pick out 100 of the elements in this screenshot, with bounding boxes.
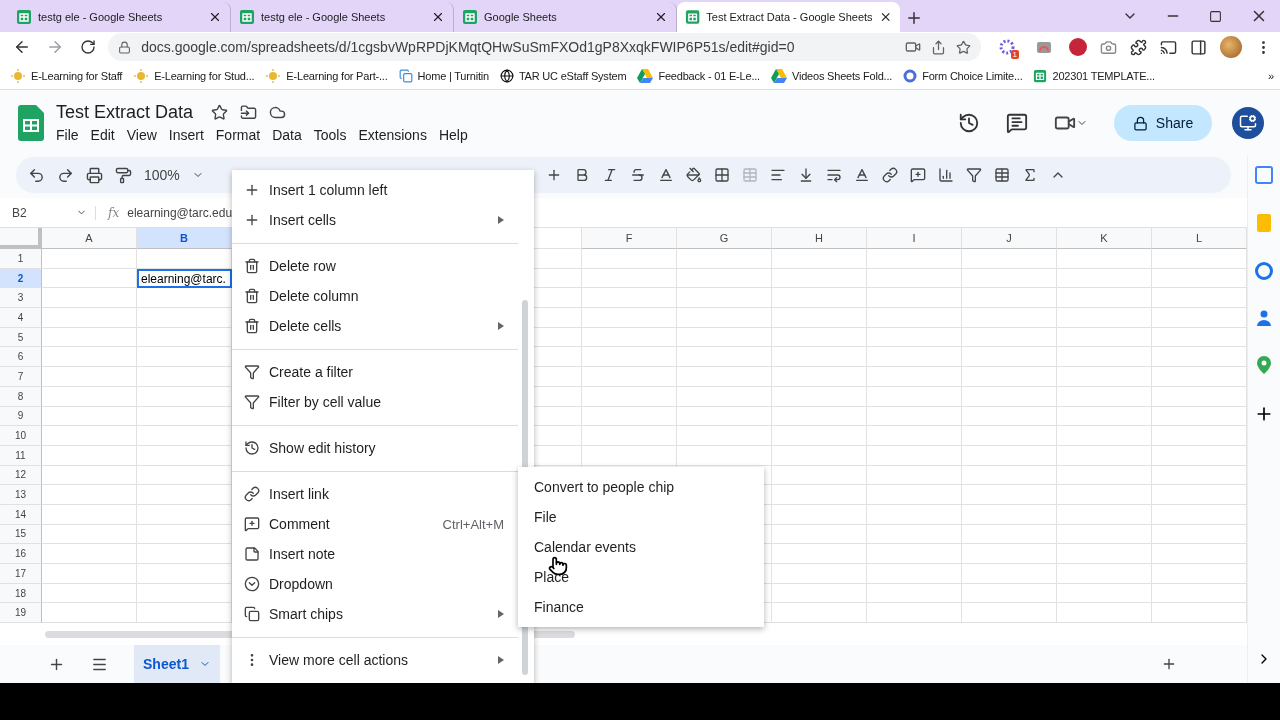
menu-item[interactable]: View more cell actions [232, 645, 534, 675]
grid-cell[interactable] [962, 465, 1057, 486]
row-header[interactable]: 1 [0, 249, 42, 269]
comment-icon[interactable] [909, 167, 926, 183]
bookmark[interactable]: E-Learning for Stud... [133, 69, 255, 84]
grid-cell[interactable] [962, 288, 1057, 309]
menu-item[interactable]: Insert [162, 124, 210, 145]
grid-cell[interactable] [677, 386, 772, 407]
grid-cell[interactable] [42, 327, 137, 348]
menu-item[interactable]: Delete row [232, 251, 534, 281]
grid-cell[interactable] [1057, 268, 1152, 289]
bookmark[interactable]: Feedback - 01 E-Le... [637, 69, 760, 84]
grid-cell[interactable] [962, 426, 1057, 446]
grid-cell[interactable] [42, 367, 137, 387]
grid-cell[interactable] [962, 268, 1057, 289]
grid-cell[interactable] [582, 308, 677, 328]
column-header[interactable]: G [677, 228, 772, 249]
menu-item[interactable]: Data [266, 124, 308, 145]
grid-cell[interactable] [677, 367, 772, 387]
grid-cell[interactable] [677, 288, 772, 309]
row-header[interactable]: 8 [0, 386, 42, 407]
keep-icon[interactable] [1257, 214, 1271, 232]
calendar-icon[interactable] [1255, 166, 1273, 184]
bookmark[interactable]: 202301 TEMPLATE... [1033, 69, 1155, 84]
grid-cell[interactable] [677, 347, 772, 368]
menu-item[interactable]: View [120, 124, 163, 145]
menu-item[interactable]: Tools [307, 124, 353, 145]
grid-cell[interactable] [772, 288, 867, 309]
paint-format-icon[interactable] [115, 166, 132, 184]
cast-icon[interactable] [1160, 39, 1177, 56]
history-icon[interactable] [958, 112, 980, 135]
grid-cell[interactable] [962, 524, 1057, 545]
grid-cell[interactable] [42, 544, 137, 564]
align-icon[interactable] [769, 167, 786, 183]
browser-tab[interactable]: Google Sheets [454, 2, 677, 32]
grid-cell[interactable] [772, 564, 867, 584]
grid-cell[interactable] [1057, 603, 1152, 624]
grid-cell[interactable] [42, 268, 137, 289]
grid-cell[interactable] [772, 544, 867, 564]
column-header[interactable]: A [42, 228, 137, 249]
menu-item[interactable]: Finance [518, 592, 764, 622]
link-icon[interactable] [881, 167, 898, 183]
grid-cell[interactable] [962, 504, 1057, 525]
chart-icon[interactable] [937, 167, 954, 183]
grid-cell[interactable] [772, 249, 867, 269]
grid-cell[interactable] [867, 544, 962, 564]
grid-cell[interactable] [772, 268, 867, 289]
share-icon[interactable] [931, 40, 946, 55]
grid-cell[interactable] [1057, 367, 1152, 387]
grid-cell[interactable] [772, 583, 867, 604]
grid-cell[interactable] [867, 347, 962, 368]
wrap-icon[interactable] [825, 167, 842, 183]
grid-cell[interactable] [1057, 504, 1152, 525]
grid-cell[interactable] [1057, 524, 1152, 545]
column-header[interactable]: F [582, 228, 677, 249]
bookmark[interactable]: Videos Sheets Fold... [771, 69, 893, 84]
menu-item[interactable]: Format [209, 124, 267, 145]
grid-cell[interactable] [1057, 249, 1152, 269]
grid-cell[interactable] [677, 249, 772, 269]
print-icon[interactable] [86, 166, 103, 184]
grid-cell[interactable] [582, 268, 677, 289]
row-header[interactable]: 12 [0, 465, 42, 486]
grid-cell[interactable] [867, 445, 962, 466]
menu-item[interactable]: Filter by cell value [232, 387, 534, 417]
adblock-icon[interactable] [1069, 38, 1087, 57]
grid-cell[interactable] [42, 445, 137, 466]
row-header[interactable]: 6 [0, 347, 42, 368]
grid-cell[interactable] [582, 249, 677, 269]
grid-cell[interactable] [962, 386, 1057, 407]
grid-cell[interactable] [582, 367, 677, 387]
merge-icon[interactable] [741, 167, 758, 183]
move-icon[interactable] [240, 103, 258, 121]
grid-cell[interactable] [42, 406, 137, 427]
grid-cell[interactable] [867, 288, 962, 309]
grid-cell[interactable] [42, 524, 137, 545]
row-header[interactable]: 11 [0, 445, 42, 466]
name-box[interactable]: B2 [0, 205, 96, 220]
menu-item[interactable]: File [50, 124, 85, 145]
grid-cell[interactable] [867, 426, 962, 446]
account-icon[interactable] [1232, 107, 1264, 140]
grid-cell[interactable] [582, 445, 677, 466]
grid-cell[interactable] [582, 426, 677, 446]
row-header[interactable]: 16 [0, 544, 42, 564]
grid-cell[interactable] [962, 603, 1057, 624]
close-icon[interactable] [654, 10, 668, 24]
star-icon[interactable] [211, 103, 229, 121]
column-header[interactable]: J [962, 228, 1057, 249]
grid-cell[interactable] [867, 524, 962, 545]
grid-cell[interactable] [1057, 327, 1152, 348]
grid-cell[interactable] [1057, 583, 1152, 604]
menu-item[interactable]: Convert to people chip [518, 472, 764, 502]
row-header[interactable]: 13 [0, 485, 42, 505]
grid-cell[interactable] [772, 426, 867, 446]
address-bar[interactable]: docs.google.com/spreadsheets/d/1cgsbvWpRPDjKMqtQHwSuSmFXOd1gP8XxqkFWIP6P51s/edit#gid=0 [108, 33, 981, 62]
maximize-icon[interactable] [1209, 9, 1222, 23]
column-header[interactable]: H [772, 228, 867, 249]
formula-input[interactable]: elearning@tarc.edu [127, 205, 233, 220]
menu-item[interactable]: Help [432, 124, 474, 145]
grid-cell[interactable] [42, 308, 137, 328]
grid-cell[interactable] [1057, 544, 1152, 564]
